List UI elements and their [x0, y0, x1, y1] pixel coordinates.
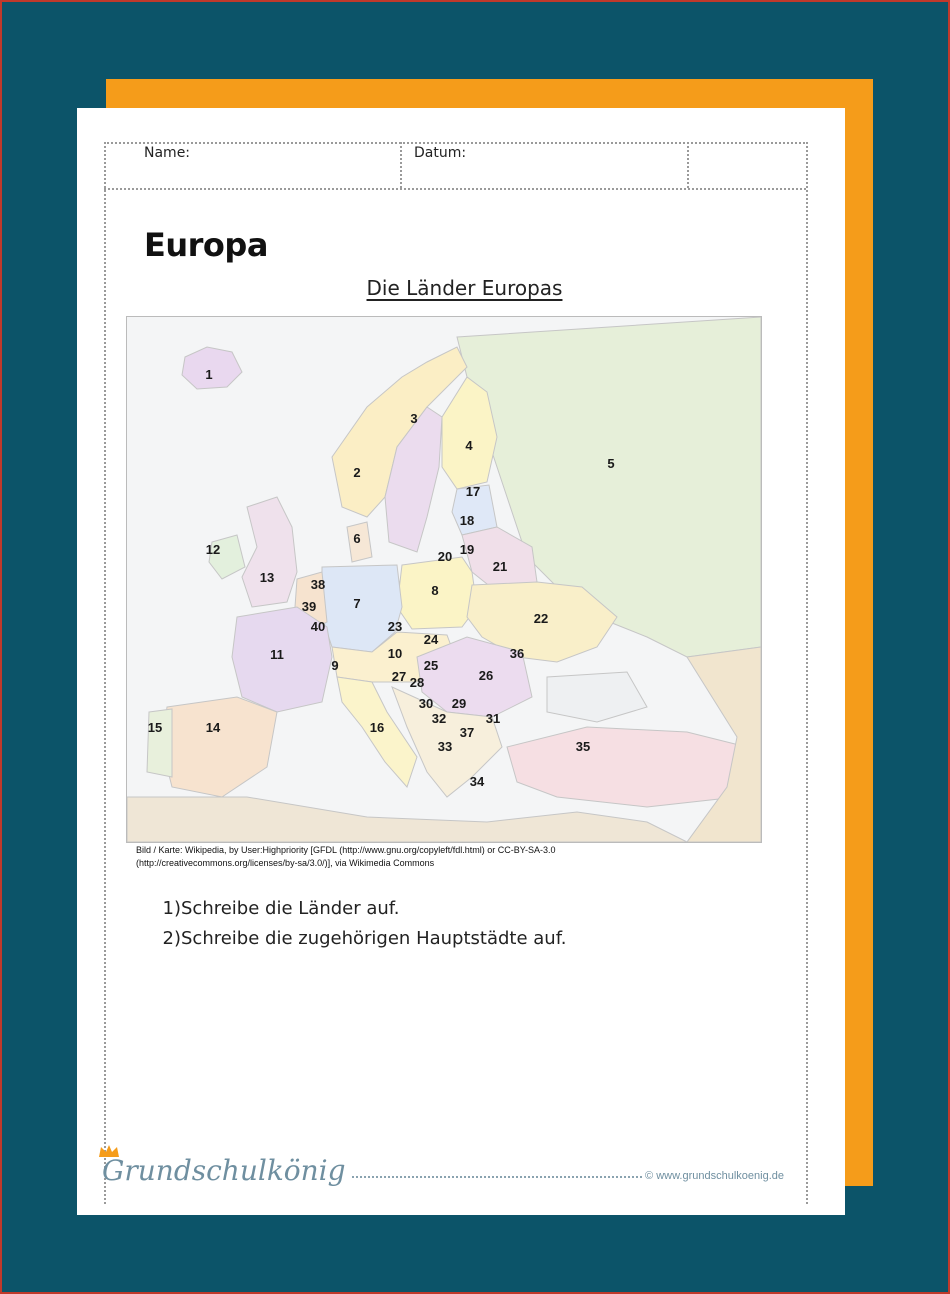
map-country-number: 16: [370, 720, 384, 735]
map-country-number: 26: [479, 668, 493, 683]
map-country-number: 39: [302, 599, 316, 614]
map-country-number: 37: [460, 725, 474, 740]
map-country-number: 10: [388, 646, 402, 661]
map-country-number: 15: [148, 720, 162, 735]
map-country-number: 9: [331, 658, 338, 673]
map-country-number: 4: [465, 438, 473, 453]
map-country-number: 20: [438, 549, 452, 564]
map-country-number: 7: [353, 596, 360, 611]
name-label: Name:: [144, 145, 191, 161]
map-country-number: 36: [510, 646, 524, 661]
map-country-number: 35: [576, 739, 590, 754]
map-country-number: 22: [534, 611, 548, 626]
map-country-number: 28: [410, 675, 424, 690]
map-credit: Bild / Karte: Wikipedia, by User:Highpri…: [136, 844, 656, 870]
map-country-number: 5: [607, 456, 614, 471]
map-country-number: 6: [353, 531, 360, 546]
map-country-number: 23: [388, 619, 402, 634]
task-text: Schreibe die Länder auf.: [181, 898, 400, 919]
map-country-number: 12: [206, 542, 220, 557]
footer-url: © www.grundschulkoenig.de: [645, 1170, 784, 1182]
task-list: 1)Schreibe die Länder auf. 2)Schreibe di…: [159, 898, 567, 958]
map-country-number: 30: [419, 696, 433, 711]
page-subtitle: Die Länder Europas: [366, 276, 563, 300]
task-item-1: 1)Schreibe die Länder auf.: [159, 898, 566, 928]
map-country-number: 11: [270, 647, 284, 662]
map-country-number: 18: [460, 513, 474, 528]
footer-divider: [352, 1176, 642, 1178]
page-footer: Grundschulkönig © www.grundschulkoenig.d…: [99, 1145, 812, 1192]
map-country-number: 24: [424, 632, 439, 647]
map-country-number: 34: [470, 774, 485, 789]
map-country-number: 1: [205, 367, 212, 382]
map-country-number: 25: [424, 658, 438, 673]
map-country-number: 13: [260, 570, 274, 585]
task-number: 2): [162, 928, 181, 949]
brand-logo: Grundschulkönig: [102, 1154, 346, 1187]
map-country-number: 17: [466, 484, 480, 499]
map-country-number: 8: [431, 583, 438, 598]
map-country-number: 40: [311, 619, 325, 634]
task-item-2: 2)Schreibe die zugehörigen Hauptstädte a…: [159, 928, 567, 958]
task-number: 1): [162, 898, 181, 919]
map-country-number: 38: [311, 577, 325, 592]
task-text: Schreibe die zugehörigen Hauptstädte auf…: [181, 928, 567, 949]
map-country-number: 14: [206, 720, 221, 735]
credit-line-1: Bild / Karte: Wikipedia, by User:Highpri…: [136, 845, 556, 855]
date-label: Datum:: [414, 145, 467, 161]
header-divider: [400, 142, 402, 188]
map-country-number: 27: [392, 669, 406, 684]
map-country-number: 19: [460, 542, 474, 557]
europe-map: 1 2 3 4 5 6 7 8 9 10 11 12 13 14 15 16 17 18 19 20 21 22 23 24 2…: [126, 316, 762, 843]
europe-map-graphic: 123456789101112131415 1617181920212223242…: [127, 317, 761, 842]
credit-line-2: (http://creativecommons.org/licenses/by-…: [136, 858, 435, 868]
map-country-number: 2: [353, 465, 360, 480]
page-title: Europa: [144, 226, 268, 264]
header-fields: Name: Datum:: [104, 142, 806, 190]
map-country-number: 33: [438, 739, 452, 754]
map-country-number: 21: [493, 559, 507, 574]
map-country-number: 3: [410, 411, 417, 426]
map-country-number: 29: [452, 696, 466, 711]
map-country-number: 31: [486, 711, 500, 726]
map-country-number: 32: [432, 711, 446, 726]
worksheet-page: Name: Datum: Europa Die Länder Europas 1…: [77, 108, 845, 1215]
header-divider: [687, 142, 689, 188]
